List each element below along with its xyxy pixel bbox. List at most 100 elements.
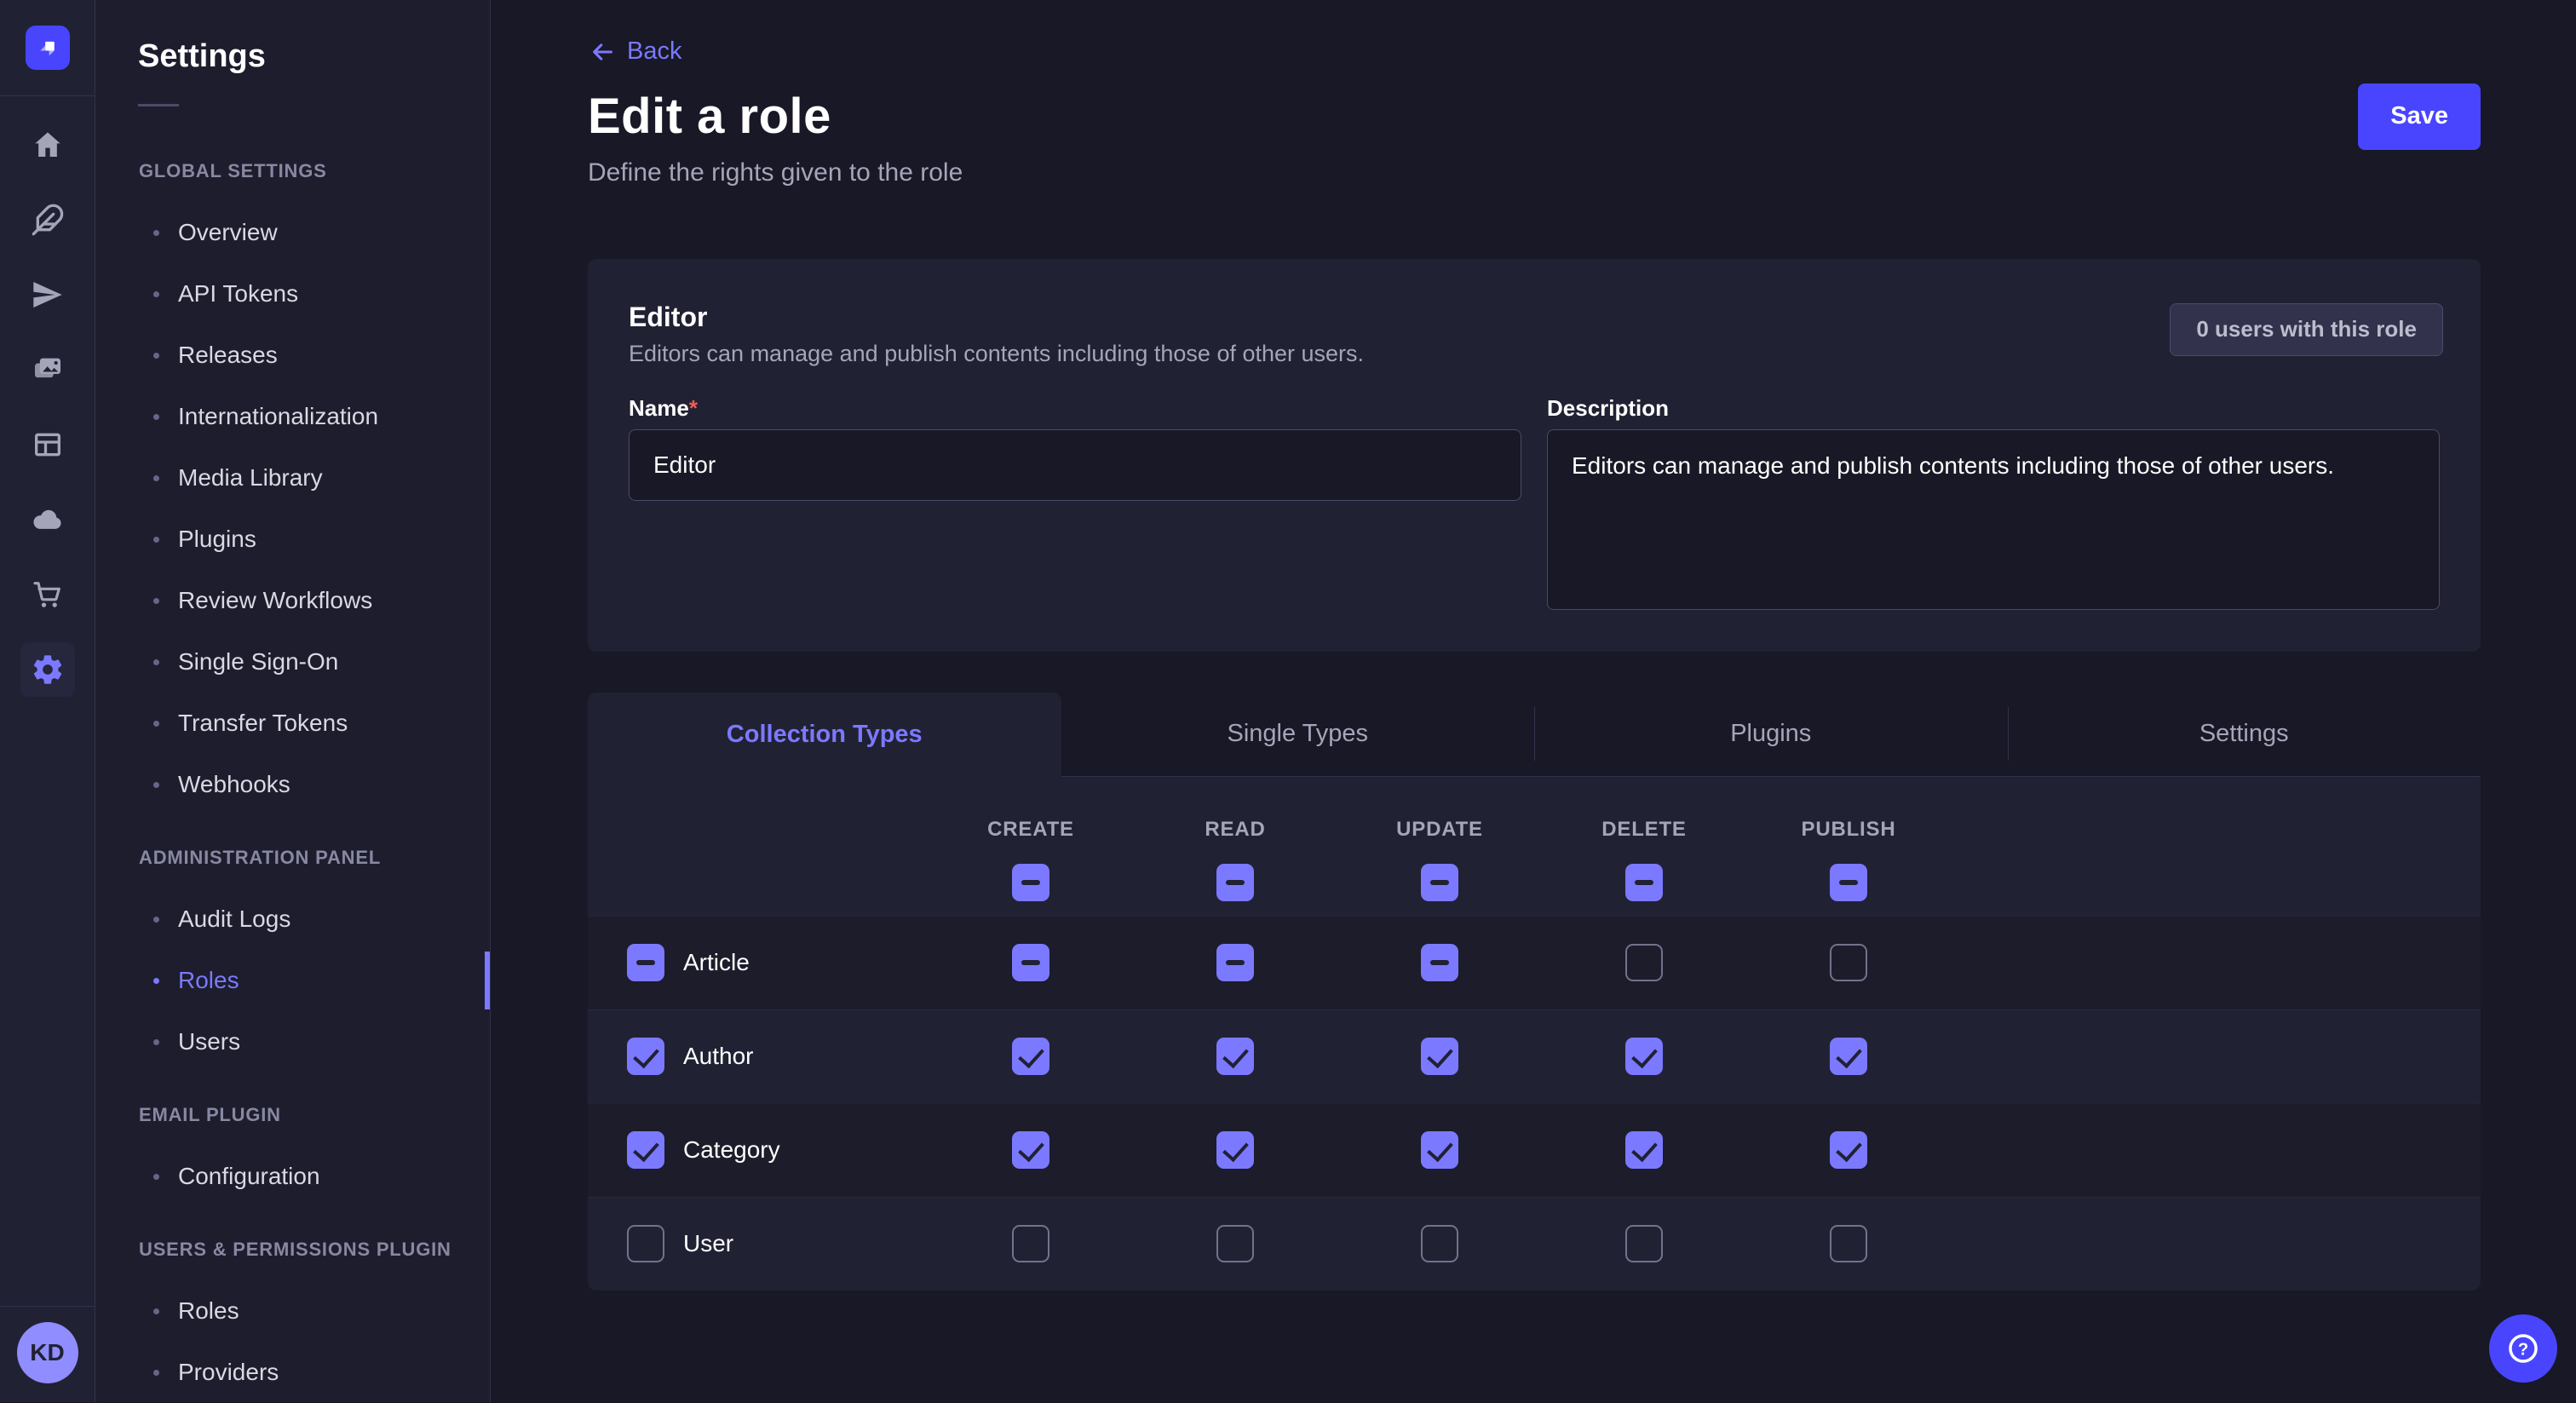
category-update-checkbox[interactable] bbox=[1421, 1131, 1458, 1169]
permission-row-author: Author bbox=[588, 1009, 2481, 1103]
nav-content-manager[interactable] bbox=[0, 182, 95, 257]
select-all-update-checkbox[interactable] bbox=[1421, 864, 1458, 901]
save-button[interactable]: Save bbox=[2358, 83, 2481, 150]
home-icon bbox=[31, 128, 65, 162]
nav-releases[interactable] bbox=[0, 257, 95, 332]
select-all-read-checkbox[interactable] bbox=[1216, 864, 1254, 901]
author-update-checkbox[interactable] bbox=[1421, 1038, 1458, 1075]
author-row-checkbox[interactable] bbox=[627, 1038, 664, 1075]
tab-label: Settings bbox=[2199, 720, 2289, 748]
sidebar-item-roles[interactable]: Roles bbox=[95, 950, 490, 1011]
author-publish-checkbox[interactable] bbox=[1830, 1038, 1867, 1075]
avatar[interactable]: KD bbox=[17, 1322, 78, 1383]
row-head: Article bbox=[588, 944, 929, 981]
tab-plugins[interactable]: Plugins bbox=[1534, 693, 2008, 777]
user-read-checkbox[interactable] bbox=[1216, 1225, 1254, 1262]
column-create: CREATE bbox=[929, 777, 1133, 916]
nav-deploy[interactable] bbox=[0, 482, 95, 557]
help-button[interactable]: ? bbox=[2489, 1314, 2557, 1383]
sidebar-item-transfer-tokens[interactable]: Transfer Tokens bbox=[95, 693, 490, 754]
sidebar-item-configuration[interactable]: Configuration bbox=[95, 1146, 490, 1207]
sidebar-item-label: Review Workflows bbox=[178, 587, 372, 614]
user-update-checkbox[interactable] bbox=[1421, 1225, 1458, 1262]
sidebar-item-plugins[interactable]: Plugins bbox=[95, 509, 490, 570]
bullet-icon bbox=[153, 782, 159, 788]
bullet-icon bbox=[153, 1370, 159, 1376]
sidebar-item-api-tokens[interactable]: API Tokens bbox=[95, 263, 490, 325]
category-row-checkbox[interactable] bbox=[627, 1131, 664, 1169]
tab-label: Plugins bbox=[1730, 720, 1811, 748]
sidebar-item-providers[interactable]: Providers bbox=[95, 1342, 490, 1403]
user-delete-checkbox[interactable] bbox=[1625, 1225, 1663, 1262]
sidebar-item-label: Single Sign-On bbox=[178, 648, 338, 676]
article-read-checkbox[interactable] bbox=[1216, 944, 1254, 981]
column-update: UPDATE bbox=[1337, 777, 1542, 916]
sidebar-item-label: Media Library bbox=[178, 464, 323, 492]
nav-marketplace[interactable] bbox=[0, 557, 95, 632]
bullet-icon bbox=[153, 598, 159, 604]
name-input[interactable] bbox=[629, 429, 1521, 501]
back-label: Back bbox=[627, 37, 681, 66]
nav-media-library[interactable] bbox=[0, 332, 95, 407]
sidebar-item-overview[interactable]: Overview bbox=[95, 202, 490, 263]
sidebar-item-single-sign-on[interactable]: Single Sign-On bbox=[95, 631, 490, 693]
section-label: GLOBAL SETTINGS bbox=[95, 154, 490, 188]
category-delete-checkbox[interactable] bbox=[1625, 1131, 1663, 1169]
permissions-header-row: CREATEREADUPDATEDELETEPUBLISH bbox=[588, 777, 2481, 916]
sidebar-item-label: Roles bbox=[178, 967, 239, 994]
bullet-icon bbox=[153, 537, 159, 543]
column-label: PUBLISH bbox=[1802, 818, 1896, 842]
author-read-checkbox[interactable] bbox=[1216, 1038, 1254, 1075]
strapi-logo-icon[interactable] bbox=[26, 26, 70, 70]
user-row-checkbox[interactable] bbox=[627, 1225, 664, 1262]
sidebar-item-label: Audit Logs bbox=[178, 906, 290, 933]
category-create-checkbox[interactable] bbox=[1012, 1131, 1049, 1169]
permission-cell bbox=[929, 1131, 1133, 1169]
row-label: Category bbox=[683, 1136, 780, 1164]
tab-settings[interactable]: Settings bbox=[2008, 693, 2481, 777]
row-label: Author bbox=[683, 1043, 754, 1070]
select-all-publish-checkbox[interactable] bbox=[1830, 864, 1867, 901]
subnav-section: USERS & PERMISSIONS PLUGINRolesProviders bbox=[95, 1233, 490, 1403]
article-update-checkbox[interactable] bbox=[1421, 944, 1458, 981]
back-link[interactable]: Back bbox=[588, 37, 681, 66]
sidebar-item-users[interactable]: Users bbox=[95, 1011, 490, 1072]
bullet-icon bbox=[153, 721, 159, 727]
permission-cell bbox=[1133, 1038, 1337, 1075]
sidebar-item-webhooks[interactable]: Webhooks bbox=[95, 754, 490, 815]
article-row-checkbox[interactable] bbox=[627, 944, 664, 981]
sidebar-item-media-library[interactable]: Media Library bbox=[95, 447, 490, 509]
article-publish-checkbox[interactable] bbox=[1830, 944, 1867, 981]
sidebar-item-audit-logs[interactable]: Audit Logs bbox=[95, 888, 490, 950]
sidebar-item-label: Overview bbox=[178, 219, 278, 246]
sidebar-item-review-workflows[interactable]: Review Workflows bbox=[95, 570, 490, 631]
bullet-icon bbox=[153, 917, 159, 923]
article-delete-checkbox[interactable] bbox=[1625, 944, 1663, 981]
article-create-checkbox[interactable] bbox=[1012, 944, 1049, 981]
description-textarea[interactable] bbox=[1547, 429, 2440, 610]
sidebar-item-label: Releases bbox=[178, 342, 278, 369]
author-delete-checkbox[interactable] bbox=[1625, 1038, 1663, 1075]
sidebar-item-roles[interactable]: Roles bbox=[95, 1280, 490, 1342]
tab-label: Collection Types bbox=[727, 721, 923, 749]
permission-cell bbox=[1746, 944, 1951, 981]
author-create-checkbox[interactable] bbox=[1012, 1038, 1049, 1075]
feather-icon bbox=[31, 203, 65, 237]
sidebar-item-releases[interactable]: Releases bbox=[95, 325, 490, 386]
tab-single-types[interactable]: Single Types bbox=[1061, 693, 1535, 777]
select-all-delete-checkbox[interactable] bbox=[1625, 864, 1663, 901]
permission-cell bbox=[1337, 1225, 1542, 1262]
select-all-create-checkbox[interactable] bbox=[1012, 864, 1049, 901]
category-read-checkbox[interactable] bbox=[1216, 1131, 1254, 1169]
role-info-card: Editor Editors can manage and publish co… bbox=[588, 259, 2481, 652]
nav-content-type-builder[interactable] bbox=[0, 407, 95, 482]
user-publish-checkbox[interactable] bbox=[1830, 1225, 1867, 1262]
category-publish-checkbox[interactable] bbox=[1830, 1131, 1867, 1169]
sidebar-item-label: Transfer Tokens bbox=[178, 710, 348, 737]
tab-collection-types[interactable]: Collection Types bbox=[588, 693, 1061, 777]
nav-settings[interactable] bbox=[0, 632, 95, 707]
nav-home[interactable] bbox=[0, 107, 95, 182]
user-create-checkbox[interactable] bbox=[1012, 1225, 1049, 1262]
subnav-section: EMAIL PLUGINConfiguration bbox=[95, 1098, 490, 1207]
sidebar-item-internationalization[interactable]: Internationalization bbox=[95, 386, 490, 447]
